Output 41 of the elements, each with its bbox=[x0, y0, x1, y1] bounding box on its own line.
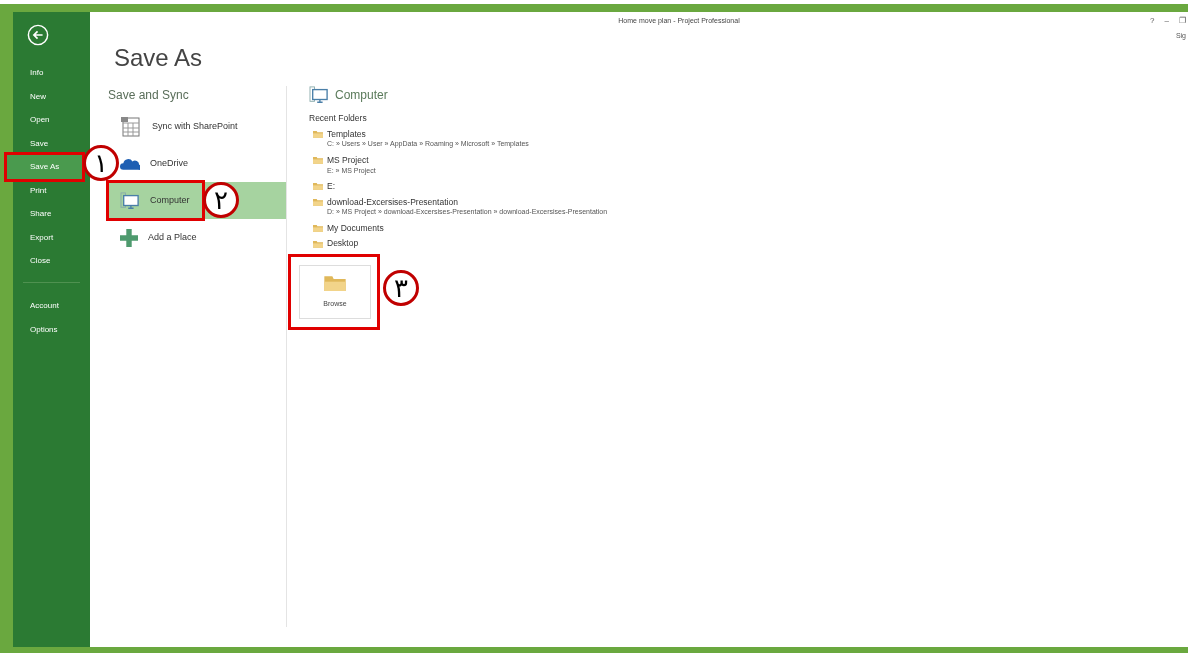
recent-folder-link[interactable]: download-Excersises-Presentation bbox=[327, 196, 458, 208]
folder-icon bbox=[324, 274, 346, 291]
folder-icon bbox=[313, 239, 323, 248]
backstage-menu-item[interactable]: Account bbox=[13, 294, 90, 318]
folder-icon bbox=[313, 224, 323, 233]
backstage-menu-item[interactable]: Info bbox=[13, 61, 90, 85]
computer-icon bbox=[309, 86, 329, 104]
backstage-menu-item[interactable]: Print bbox=[13, 178, 90, 203]
place-item[interactable]: Sync with SharePoint bbox=[120, 108, 246, 145]
folder-icon bbox=[313, 130, 323, 139]
backstage-menu-item[interactable]: Open bbox=[13, 108, 90, 132]
place-item[interactable]: Add a Place bbox=[120, 219, 205, 256]
backstage-menu-item[interactable]: Close bbox=[13, 249, 90, 273]
step-number-badge: ٢ bbox=[203, 182, 239, 218]
recent-folder-link[interactable]: Desktop bbox=[327, 238, 359, 249]
backstage-menu-item[interactable]: Options bbox=[13, 318, 90, 342]
folder-icon bbox=[313, 182, 323, 191]
sync-library-icon bbox=[120, 115, 142, 138]
folder-icon bbox=[313, 156, 323, 165]
backstage-menu-item[interactable]: New bbox=[13, 84, 90, 109]
place-item[interactable]: OneDrive bbox=[120, 145, 196, 182]
computer-icon bbox=[120, 191, 140, 210]
back-icon[interactable] bbox=[27, 24, 49, 46]
step-number-badge: ٣ bbox=[383, 270, 419, 306]
section-heading: Computer bbox=[335, 87, 388, 104]
section-heading: Save and Sync bbox=[108, 87, 190, 104]
folder-icon bbox=[313, 197, 323, 206]
window-control-button[interactable]: ❐ bbox=[1179, 15, 1186, 27]
backstage-menu-item[interactable]: Share bbox=[13, 202, 90, 226]
recent-folder-link[interactable]: Templates bbox=[327, 128, 366, 140]
recent-folders-heading: Recent Folders bbox=[309, 112, 368, 125]
window-control-button[interactable]: ? bbox=[1150, 15, 1155, 27]
recent-folder-link[interactable]: E: bbox=[327, 181, 336, 192]
recent-folder-link[interactable]: MS Project bbox=[327, 154, 369, 166]
place-item[interactable]: Computer bbox=[108, 182, 203, 219]
page-title: Save As bbox=[114, 46, 204, 70]
backstage-menu-item[interactable]: Export bbox=[13, 225, 90, 250]
window-control-button[interactable]: – bbox=[1164, 15, 1169, 27]
cloud-icon bbox=[120, 157, 140, 170]
recent-folder-link[interactable]: My Documents bbox=[327, 222, 384, 234]
plus-icon bbox=[120, 228, 138, 247]
